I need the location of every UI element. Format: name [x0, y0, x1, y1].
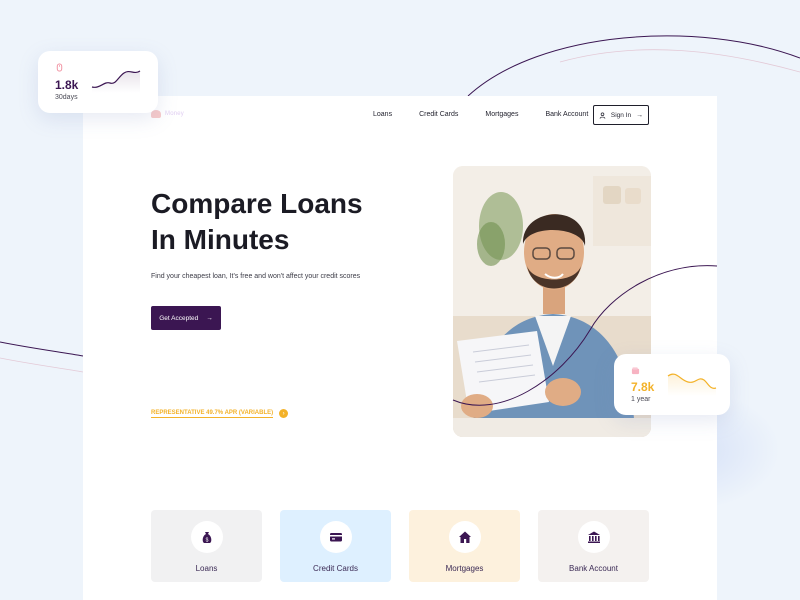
brand-name: Money — [165, 111, 185, 117]
stat-value-1year: 7.8k — [631, 380, 655, 394]
category-cards: $ Loans Credit Cards Mortgages Bank Acco… — [151, 510, 649, 582]
apr-text: REPRESENTATIVE 49.7% APR (VARIABLE) — [151, 409, 274, 418]
category-card-bank-account[interactable]: Bank Account — [538, 510, 649, 582]
hero-title-line-2: In Minutes — [151, 224, 290, 255]
category-label-credit-cards: Credit Cards — [313, 564, 358, 573]
arrow-right-icon: → — [206, 314, 213, 322]
get-accepted-label: Get Accepted — [159, 314, 199, 322]
category-label-mortgages: Mortgages — [445, 564, 484, 573]
nav-item-loans[interactable]: Loans — [373, 111, 392, 118]
mouse-icon — [56, 63, 63, 72]
bank-icon — [577, 521, 610, 553]
sparkline-30days — [91, 70, 141, 93]
credit-card-icon — [319, 521, 352, 553]
top-nav: Loans Credit Cards Mortgages Bank Accoun… — [373, 111, 615, 118]
house-icon — [448, 521, 481, 553]
stat-value-30days: 1.8k — [55, 78, 79, 92]
hero-subtitle: Find your cheapest loan, It's free and w… — [151, 273, 361, 280]
sign-in-button[interactable]: Sign In → — [593, 105, 649, 125]
wallet-icon — [631, 367, 640, 375]
logo-icon — [151, 110, 161, 118]
brand-logo[interactable]: Money — [151, 110, 184, 118]
landing-page: Money Loans Credit Cards Mortgages Bank … — [83, 96, 717, 600]
hero-title: Compare Loans In Minutes — [151, 186, 411, 258]
svg-text:$: $ — [205, 537, 208, 543]
apr-link[interactable]: REPRESENTATIVE 49.7% APR (VARIABLE) › — [151, 409, 289, 418]
nav-item-credit-cards[interactable]: Credit Cards — [419, 111, 458, 118]
user-icon — [599, 111, 606, 119]
get-accepted-button[interactable]: Get Accepted → — [151, 306, 221, 330]
stat-label-1year: 1 year — [631, 396, 651, 403]
money-bag-icon: $ — [190, 521, 223, 553]
stat-card-30days: 1.8k 30days — [38, 51, 158, 113]
category-card-mortgages[interactable]: Mortgages — [409, 510, 520, 582]
nav-item-mortgages[interactable]: Mortgages — [485, 111, 518, 118]
arrow-right-icon: → — [636, 111, 644, 119]
nav-item-bank-account[interactable]: Bank Account — [545, 111, 588, 118]
hero-title-line-1: Compare Loans — [151, 188, 363, 219]
category-card-credit-cards[interactable]: Credit Cards — [280, 510, 391, 582]
stat-card-1year: 7.8k 1 year — [614, 354, 730, 415]
category-label-loans: Loans — [195, 564, 218, 573]
sparkline-1year — [667, 373, 717, 396]
arrow-circle-icon: › — [279, 409, 289, 418]
sign-in-label: Sign In — [610, 111, 632, 119]
stat-label-30days: 30days — [55, 94, 78, 101]
category-label-bank-account: Bank Account — [569, 564, 618, 573]
category-card-loans[interactable]: $ Loans — [151, 510, 262, 582]
